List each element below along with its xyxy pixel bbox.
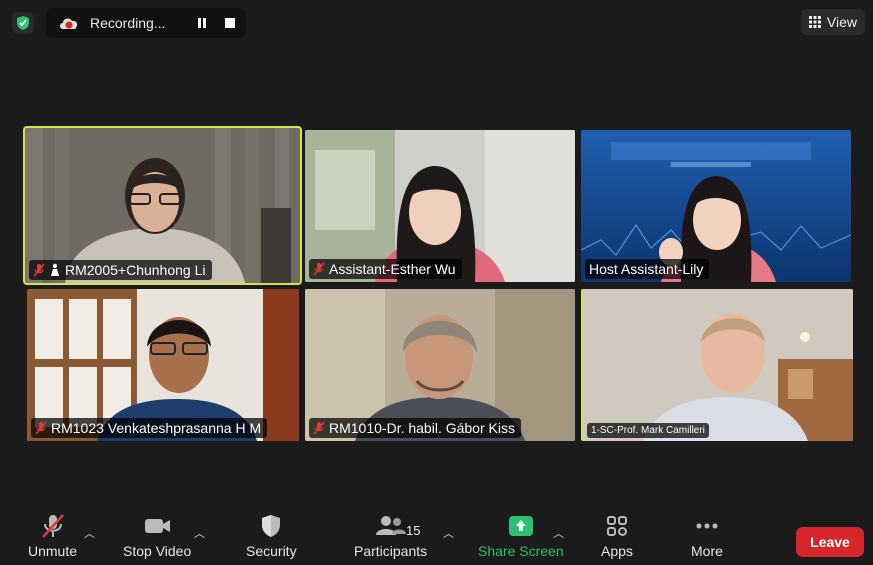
apps-label: Apps [601, 543, 633, 559]
stop-video-label: Stop Video [123, 543, 192, 559]
more-dots-icon [696, 523, 718, 529]
video-tile[interactable]: RM1010-Dr. habil. Gábor Kiss [305, 289, 575, 441]
participant-nameplate: Host Assistant-Lily [585, 259, 710, 279]
muted-mic-icon [313, 421, 325, 435]
stop-recording-icon[interactable] [225, 18, 235, 28]
share-screen-icon [508, 516, 533, 536]
participant-nameplate: RM1023 Venkateshprasanna H M [31, 418, 268, 438]
video-tile[interactable]: RM2005+Chunhong Li [23, 126, 302, 285]
meeting-toolbar: Unmute ︿ Stop Video ︿ Security Participa… [0, 505, 873, 565]
participant-nameplate: Assistant-Esther Wu [309, 259, 462, 279]
grid-icon [808, 16, 821, 28]
muted-mic-icon [33, 263, 45, 277]
video-tile[interactable]: 1-SC-Prof. Mark Camilleri [581, 289, 853, 441]
recording-label: Recording... [90, 15, 166, 31]
shield-icon [262, 515, 281, 537]
participant-nameplate: 1-SC-Prof. Mark Camilleri [587, 423, 709, 438]
meeting-window: Recording... View RM2005+Chunhong Li Ass… [0, 0, 873, 565]
share-screen-button[interactable]: Share Screen [478, 513, 564, 559]
pause-recording-icon[interactable] [196, 17, 208, 29]
video-options-chevron-icon[interactable]: ︿ [194, 525, 205, 541]
participants-icon [375, 516, 406, 535]
view-button[interactable]: View [800, 9, 865, 35]
more-label: More [691, 543, 723, 559]
participant-name: 1-SC-Prof. Mark Camilleri [591, 425, 705, 436]
share-options-chevron-icon[interactable]: ︿ [553, 525, 564, 541]
participant-name: RM2005+Chunhong Li [65, 262, 206, 278]
apps-button[interactable]: Apps [601, 513, 633, 559]
muted-mic-icon [41, 514, 64, 538]
participant-name: Host Assistant-Lily [589, 261, 704, 277]
video-camera-icon [145, 519, 171, 533]
apps-icon [606, 516, 627, 536]
participant-nameplate: RM2005+Chunhong Li [29, 260, 212, 280]
muted-mic-icon [313, 262, 325, 276]
participants-label: Participants [354, 543, 428, 559]
stop-video-button[interactable]: Stop Video [123, 513, 191, 559]
security-button[interactable]: Security [246, 513, 297, 559]
participant-name: RM1010-Dr. habil. Gábor Kiss [329, 420, 515, 436]
video-tile[interactable]: Assistant-Esther Wu [305, 130, 575, 282]
participant-nameplate: RM1010-Dr. habil. Gábor Kiss [309, 418, 521, 438]
unmute-button[interactable]: Unmute [28, 513, 77, 559]
participant-name: Assistant-Esther Wu [329, 261, 456, 277]
unmute-label: Unmute [28, 543, 78, 559]
participant-name: RM1023 Venkateshprasanna H M [51, 420, 262, 436]
view-label: View [826, 14, 857, 30]
share-screen-label: Share Screen [478, 543, 564, 559]
encryption-shield-icon[interactable] [12, 12, 34, 34]
more-button[interactable]: More [691, 513, 723, 559]
muted-mic-icon [35, 421, 47, 435]
participant-video [583, 289, 853, 441]
participants-count: 15 [406, 523, 421, 538]
cloud-record-icon [60, 18, 78, 29]
video-tile[interactable]: RM1023 Venkateshprasanna H M [27, 289, 299, 441]
participants-options-chevron-icon[interactable]: ︿ [443, 525, 454, 541]
raised-hand-icon [49, 263, 61, 277]
video-tile[interactable]: Host Assistant-Lily [581, 130, 851, 282]
recording-indicator: Recording... [46, 8, 246, 38]
security-label: Security [246, 543, 297, 559]
audio-options-chevron-icon[interactable]: ︿ [84, 525, 95, 541]
leave-button[interactable]: Leave [796, 527, 864, 557]
